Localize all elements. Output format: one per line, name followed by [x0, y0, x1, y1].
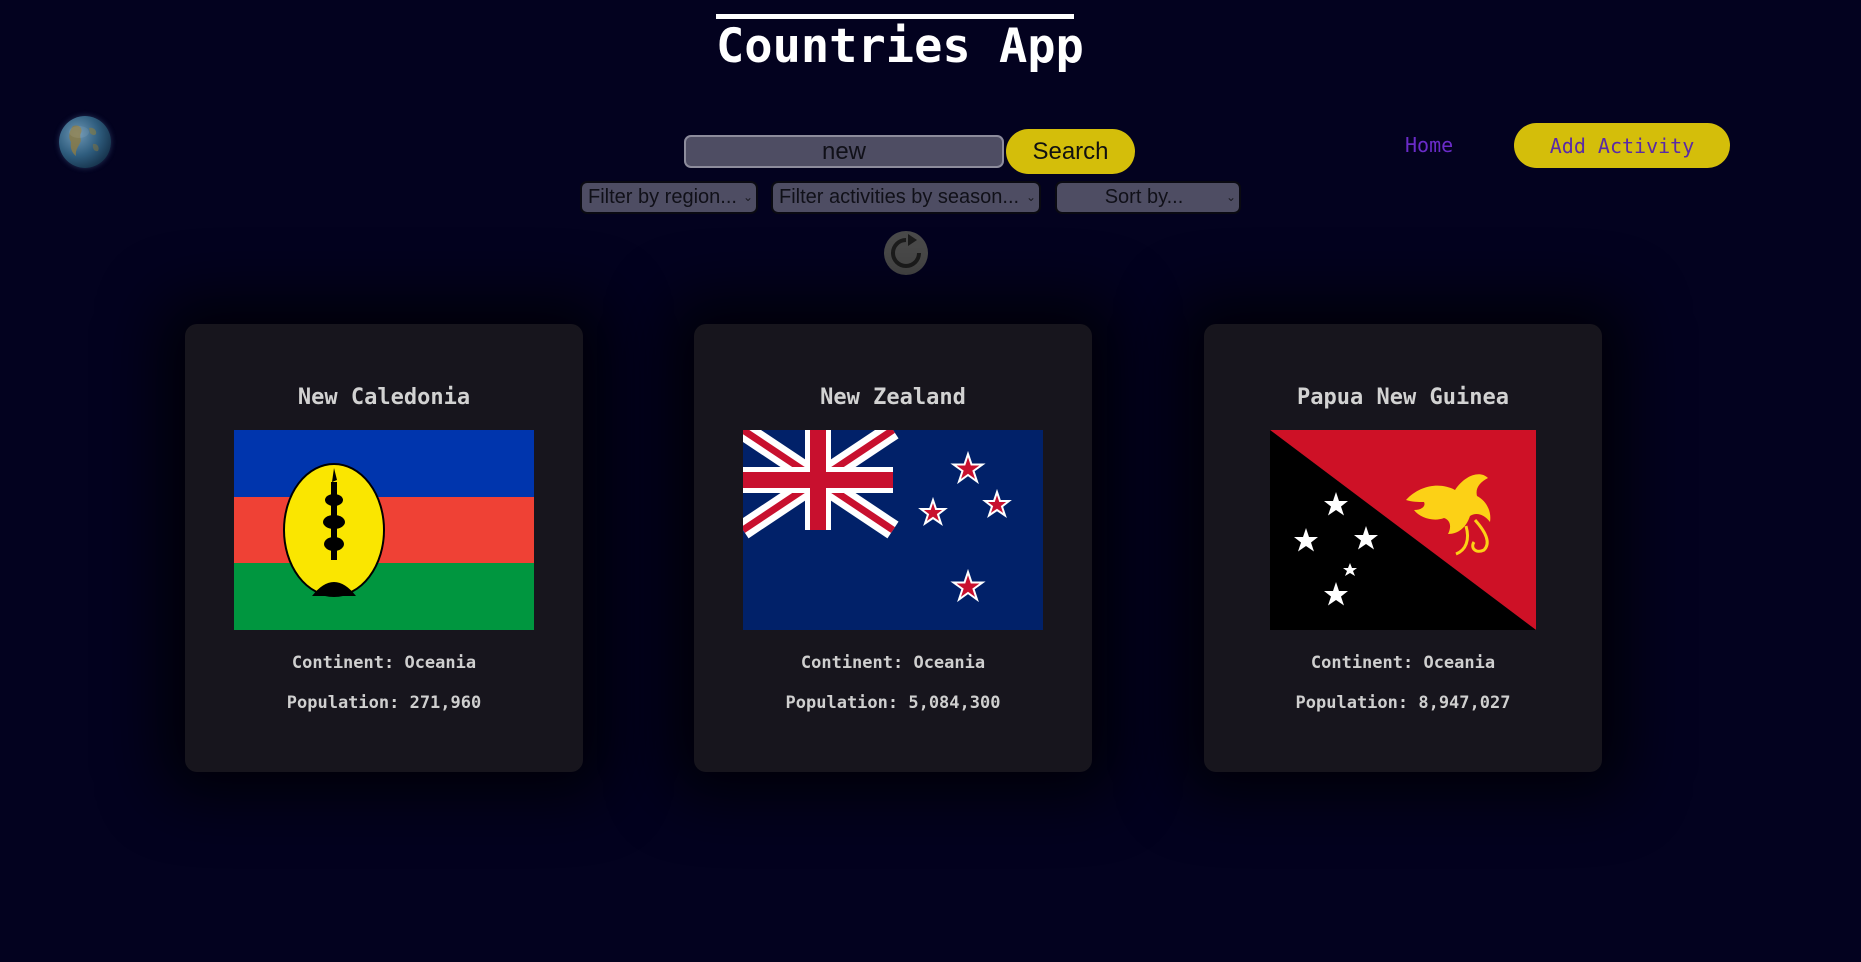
- country-name: New Caledonia: [297, 385, 471, 410]
- sort-select-value: Sort by...: [1104, 186, 1184, 208]
- search-bar: Search: [684, 129, 1135, 174]
- country-name: New Zealand: [820, 385, 966, 410]
- globe-icon[interactable]: [59, 116, 111, 168]
- search-input[interactable]: [684, 135, 1004, 168]
- country-card[interactable]: New Caledonia Continent: Oceania Populat…: [185, 324, 583, 772]
- sort-select[interactable]: Sort by... ⌄: [1055, 181, 1241, 214]
- search-button[interactable]: Search: [1006, 129, 1135, 174]
- papua-new-guinea-flag-icon: [1270, 430, 1536, 630]
- country-population: Population: 271,960: [286, 693, 482, 713]
- add-activity-button[interactable]: Add Activity: [1514, 123, 1730, 168]
- country-continent: Continent: Oceania: [800, 653, 986, 673]
- chevron-down-icon: ⌄: [742, 190, 753, 204]
- new-caledonia-flag-icon: [234, 430, 534, 630]
- refresh-button[interactable]: [884, 231, 928, 275]
- season-filter-value: Filter activities by season...: [779, 186, 1020, 208]
- refresh-icon: [891, 234, 921, 268]
- country-population: Population: 8,947,027: [1295, 693, 1511, 713]
- region-filter-value: Filter by region...: [588, 186, 737, 208]
- country-continent: Continent: Oceania: [291, 653, 477, 673]
- page-title: Countries App: [716, 14, 1084, 75]
- country-continent: Continent: Oceania: [1310, 653, 1496, 673]
- new-zealand-flag-icon: [743, 430, 1043, 630]
- country-population: Population: 5,084,300: [785, 693, 1001, 713]
- nav-home-link[interactable]: Home: [1405, 132, 1453, 158]
- country-card[interactable]: New Zealand Continent: Oceania Populatio…: [694, 324, 1092, 772]
- page: Countries App Search Home Add Activity F…: [0, 0, 1861, 962]
- chevron-down-icon: ⌄: [1025, 190, 1036, 204]
- chevron-down-icon: ⌄: [1225, 190, 1236, 204]
- season-filter-select[interactable]: Filter activities by season... ⌄: [771, 181, 1041, 214]
- region-filter-select[interactable]: Filter by region... ⌄: [580, 181, 758, 214]
- country-card[interactable]: Papua New Guinea Continent: Oceania Popu…: [1204, 324, 1602, 772]
- country-name: Papua New Guinea: [1297, 385, 1509, 410]
